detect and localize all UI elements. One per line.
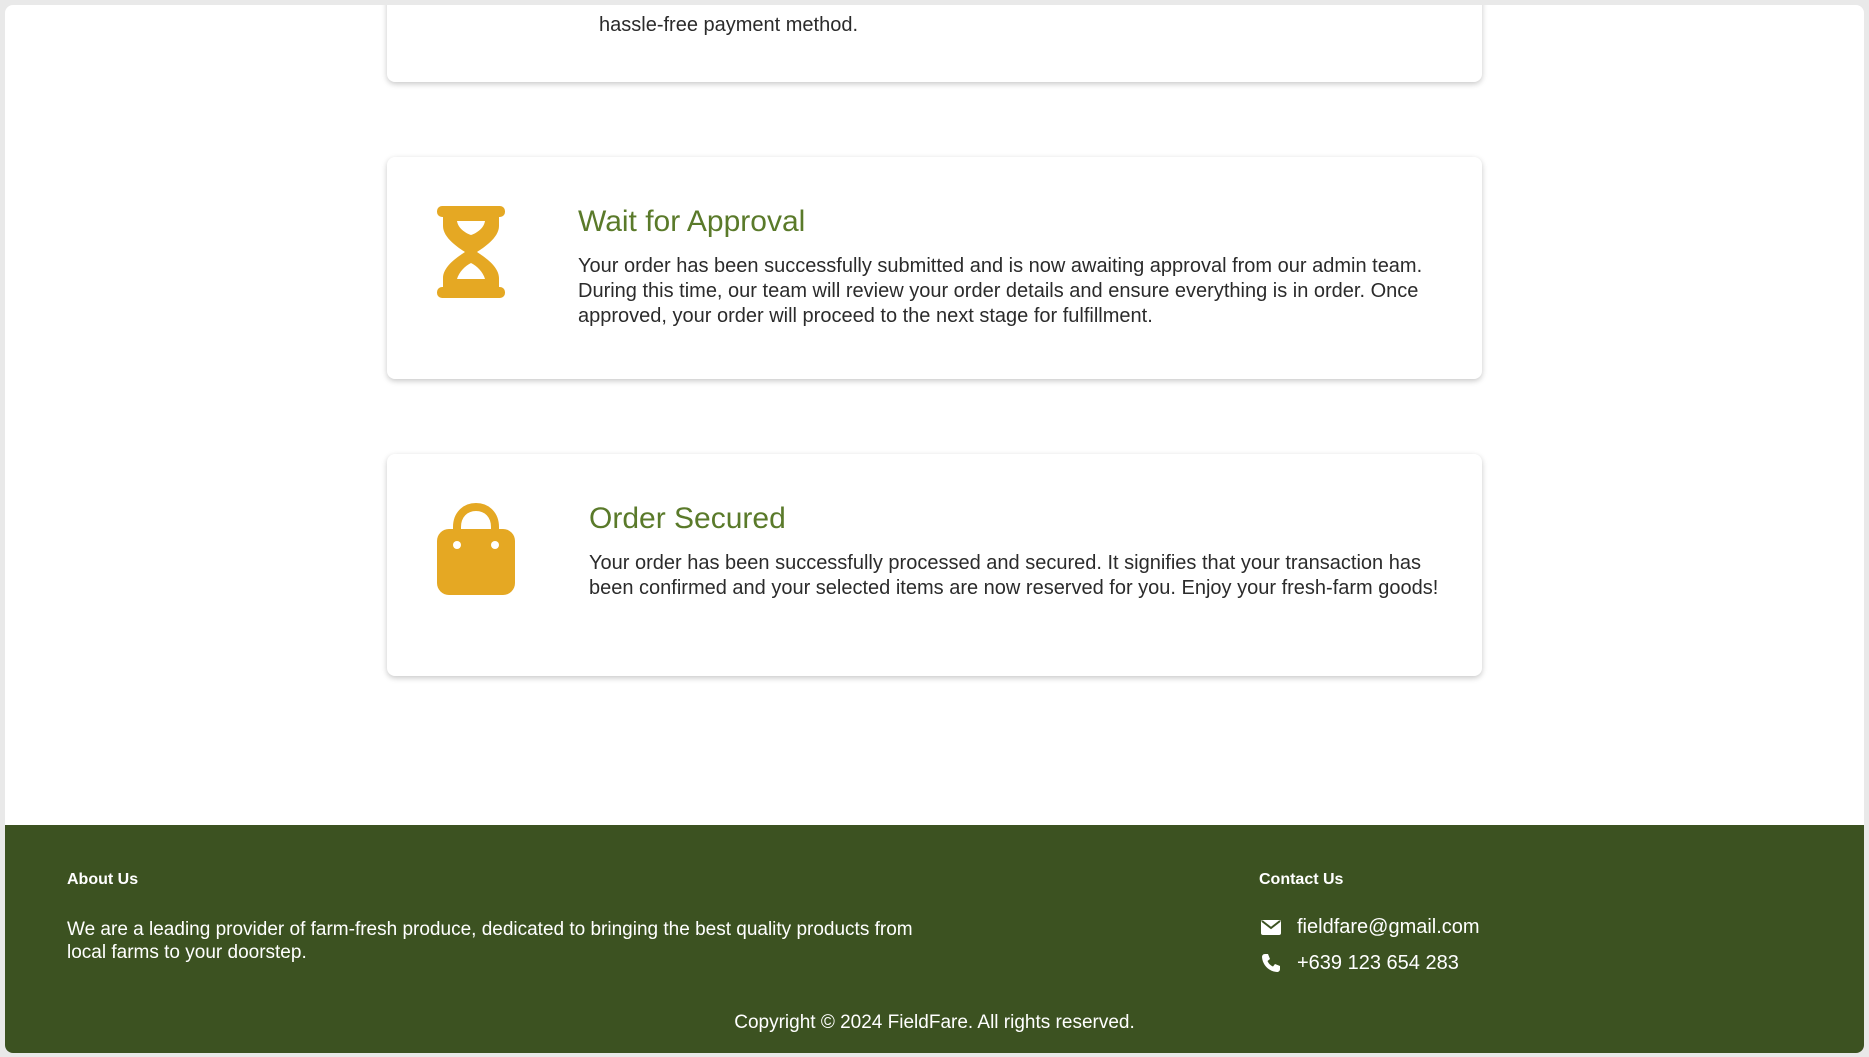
- about-heading: About Us: [67, 871, 139, 888]
- step-card-approval: Wait for Approval Your order has been su…: [387, 157, 1482, 379]
- phone-icon: [1259, 951, 1283, 975]
- contact-email[interactable]: fieldfare@gmail.com: [1259, 915, 1480, 939]
- hourglass-icon: [437, 206, 505, 303]
- contact-phone[interactable]: +639 123 654 283: [1259, 951, 1459, 975]
- phone-text[interactable]: +639 123 654 283: [1297, 952, 1459, 975]
- step-description: Your order has been successfully submitt…: [578, 255, 1423, 327]
- page-window: hassle-free payment method. Wait for App…: [5, 5, 1864, 1053]
- copyright-text: Copyright © 2024 FieldFare. All rights r…: [734, 1012, 1135, 1033]
- step-title: Wait for Approval: [578, 205, 806, 238]
- step-title: Order Secured: [589, 502, 786, 535]
- step-card-secured: Order Secured Your order has been succes…: [387, 454, 1482, 676]
- envelope-icon: [1259, 915, 1283, 939]
- shopping-bag-icon: [437, 502, 515, 600]
- about-text: We are a leading provider of farm-fresh …: [67, 919, 913, 963]
- site-footer: About Us We are a leading provider of fa…: [5, 825, 1864, 1053]
- step-card-payment: hassle-free payment method.: [387, 5, 1482, 82]
- step-description: Your order has been successfully process…: [589, 552, 1439, 599]
- step-description: hassle-free payment method.: [599, 14, 859, 36]
- email-text[interactable]: fieldfare@gmail.com: [1297, 916, 1480, 939]
- contact-heading: Contact Us: [1259, 871, 1344, 888]
